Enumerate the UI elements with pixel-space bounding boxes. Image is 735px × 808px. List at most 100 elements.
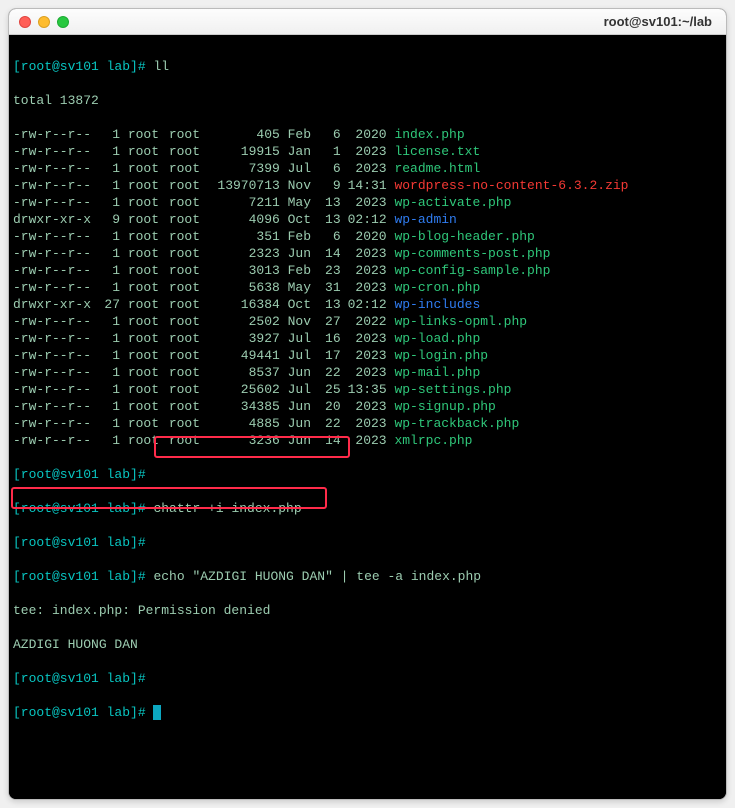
- file-time: 2023: [341, 160, 387, 177]
- titlebar: root@sv101:~/lab: [9, 9, 726, 35]
- file-group: root: [169, 432, 210, 449]
- file-name: wp-login.php: [394, 348, 488, 363]
- file-links: 1: [98, 415, 120, 432]
- file-size: 7399: [210, 160, 280, 177]
- file-size: 19915: [210, 143, 280, 160]
- file-group: root: [169, 228, 210, 245]
- file-month: Jan: [288, 143, 319, 160]
- window-title: root@sv101:~/lab: [604, 14, 712, 29]
- file-row: -rw-r--r--1 rootroot8537 Jun222023 wp-ma…: [13, 364, 722, 381]
- file-size: 4096: [210, 211, 280, 228]
- file-perm: -rw-r--r--: [13, 160, 98, 177]
- file-owner: root: [128, 296, 169, 313]
- file-group: root: [169, 364, 210, 381]
- zoom-icon[interactable]: [57, 16, 69, 28]
- file-size: 4885: [210, 415, 280, 432]
- file-links: 1: [98, 432, 120, 449]
- file-time: 2023: [341, 415, 387, 432]
- file-size: 5638: [210, 279, 280, 296]
- file-name: license.txt: [394, 144, 480, 159]
- file-perm: -rw-r--r--: [13, 415, 98, 432]
- file-perm: -rw-r--r--: [13, 194, 98, 211]
- minimize-icon[interactable]: [38, 16, 50, 28]
- file-perm: -rw-r--r--: [13, 347, 98, 364]
- file-month: Oct: [288, 211, 319, 228]
- file-month: Jul: [288, 160, 319, 177]
- file-owner: root: [128, 126, 169, 143]
- prompt: [root@sv101 lab]#: [13, 705, 153, 720]
- file-perm: -rw-r--r--: [13, 381, 98, 398]
- file-name: wp-config-sample.php: [394, 263, 550, 278]
- file-row: drwxr-xr-x27 rootroot16384 Oct1302:12 wp…: [13, 296, 722, 313]
- file-month: Oct: [288, 296, 319, 313]
- file-day: 1: [319, 143, 341, 160]
- file-time: 14:31: [341, 177, 387, 194]
- command-echo: echo "AZDIGI HUONG DAN" | tee -a index.p…: [153, 569, 481, 584]
- file-time: 2023: [341, 398, 387, 415]
- file-group: root: [169, 296, 210, 313]
- file-month: Jun: [288, 364, 319, 381]
- file-links: 1: [98, 364, 120, 381]
- file-size: 3927: [210, 330, 280, 347]
- terminal-body[interactable]: [root@sv101 lab]# ll total 13872 -rw-r--…: [9, 35, 726, 799]
- file-time: 2023: [341, 279, 387, 296]
- prompt: [root@sv101 lab]#: [13, 569, 153, 584]
- file-row: -rw-r--r--1 rootroot34385 Jun202023 wp-s…: [13, 398, 722, 415]
- file-owner: root: [128, 313, 169, 330]
- file-month: May: [288, 194, 319, 211]
- file-time: 13:35: [341, 381, 387, 398]
- file-group: root: [169, 381, 210, 398]
- close-icon[interactable]: [19, 16, 31, 28]
- file-month: Feb: [288, 126, 319, 143]
- file-owner: root: [128, 245, 169, 262]
- file-size: 3013: [210, 262, 280, 279]
- file-day: 13: [319, 211, 341, 228]
- total-line: total 13872: [13, 92, 722, 109]
- file-time: 2023: [341, 245, 387, 262]
- file-links: 1: [98, 194, 120, 211]
- file-day: 6: [319, 160, 341, 177]
- file-day: 22: [319, 364, 341, 381]
- file-row: -rw-r--r--1 rootroot3927 Jul162023 wp-lo…: [13, 330, 722, 347]
- file-group: root: [169, 330, 210, 347]
- file-owner: root: [128, 194, 169, 211]
- cursor: [153, 705, 161, 720]
- file-perm: -rw-r--r--: [13, 126, 98, 143]
- file-links: 1: [98, 347, 120, 364]
- file-group: root: [169, 313, 210, 330]
- file-row: -rw-r--r--1 rootroot405 Feb62020 index.p…: [13, 126, 722, 143]
- file-time: 2020: [341, 126, 387, 143]
- file-perm: -rw-r--r--: [13, 364, 98, 381]
- file-size: 7211: [210, 194, 280, 211]
- file-links: 1: [98, 160, 120, 177]
- file-day: 13: [319, 296, 341, 313]
- file-time: 2023: [341, 330, 387, 347]
- file-name: wp-comments-post.php: [394, 246, 550, 261]
- prompt: [root@sv101 lab]#: [13, 501, 153, 516]
- file-group: root: [169, 194, 210, 211]
- file-name: wp-cron.php: [394, 280, 480, 295]
- file-name: wp-settings.php: [394, 382, 511, 397]
- file-group: root: [169, 160, 210, 177]
- file-month: Feb: [288, 262, 319, 279]
- file-month: Jul: [288, 381, 319, 398]
- file-name: wordpress-no-content-6.3.2.zip: [394, 178, 628, 193]
- file-name: xmlrpc.php: [394, 433, 472, 448]
- file-perm: -rw-r--r--: [13, 177, 98, 194]
- file-owner: root: [128, 279, 169, 296]
- file-group: root: [169, 211, 210, 228]
- file-time: 2023: [341, 347, 387, 364]
- file-perm: -rw-r--r--: [13, 313, 98, 330]
- file-group: root: [169, 415, 210, 432]
- file-owner: root: [128, 262, 169, 279]
- file-month: Jun: [288, 415, 319, 432]
- file-group: root: [169, 347, 210, 364]
- file-name: wp-mail.php: [394, 365, 480, 380]
- file-row: drwxr-xr-x9 rootroot4096 Oct1302:12 wp-a…: [13, 211, 722, 228]
- file-time: 2023: [341, 432, 387, 449]
- file-owner: root: [128, 398, 169, 415]
- file-month: Jun: [288, 432, 319, 449]
- file-links: 9: [98, 211, 120, 228]
- file-links: 1: [98, 143, 120, 160]
- file-month: Jul: [288, 347, 319, 364]
